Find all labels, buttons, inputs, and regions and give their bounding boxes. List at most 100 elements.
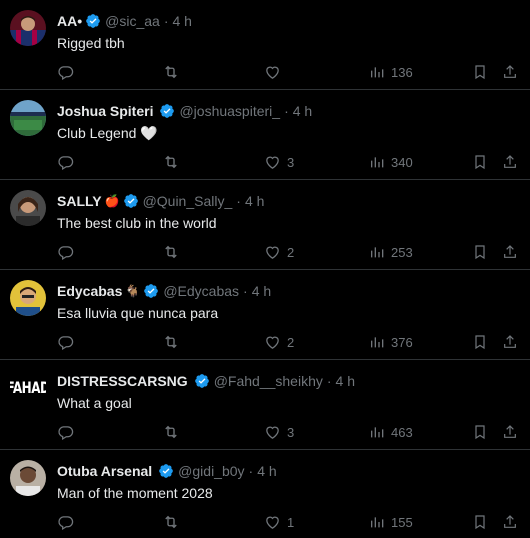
heart-icon [264,334,281,351]
user-handle[interactable]: @sic_aa [105,12,160,30]
timestamp[interactable]: 4 h [293,102,312,120]
share-button[interactable] [502,422,518,442]
bookmark-button[interactable] [472,422,488,442]
timestamp[interactable]: 4 h [336,372,355,390]
tweet-text: What a goal [57,395,132,411]
views-button[interactable]: 253 [369,242,413,262]
timestamp[interactable]: 4 h [252,282,271,300]
user-handle[interactable]: @joshuaspiteri_ [179,102,280,120]
views-button[interactable]: 376 [369,332,413,352]
share-icon [502,244,518,260]
tweet[interactable]: Edycabas 🐐 @Edycabas · 4 h Esa lluvia qu… [0,270,530,360]
display-name[interactable]: Joshua Spiteri [57,102,153,120]
person-avatar-icon[interactable] [10,190,46,226]
like-button[interactable]: 3 [264,152,294,172]
display-name[interactable]: Otuba Arsenal [57,462,152,480]
user-handle[interactable]: @Quin_Sally_ [143,192,233,210]
display-name[interactable]: SALLY [57,192,102,210]
display-name[interactable]: Edycabas [57,282,122,300]
stadium-avatar-icon[interactable] [10,100,46,136]
views-button[interactable]: 463 [369,422,413,442]
like-button[interactable] [264,62,287,82]
reply-button[interactable] [57,152,80,172]
like-button[interactable]: 2 [264,332,294,352]
user-handle[interactable]: @Edycabas [163,282,239,300]
like-count: 1 [287,514,295,530]
reply-button[interactable] [57,62,80,82]
like-count: 3 [287,424,295,440]
separator-dot: · [326,373,332,389]
retweet-button[interactable] [162,242,186,262]
tweet[interactable]: FAHAD DISTRESSCARSNG @Fahd__sheikhy · 4 … [0,360,530,450]
retweet-icon [162,333,180,351]
user-handle[interactable]: @Fahd__sheikhy [214,372,323,390]
display-name[interactable]: DISTRESSCARSNG [57,372,188,390]
verified-badge-icon [158,463,174,479]
reply-button[interactable] [57,422,80,442]
share-button[interactable] [502,512,518,532]
tweet-actions: 1 155 [0,512,530,532]
retweet-button[interactable] [162,512,186,532]
tweet-header: Edycabas 🐐 @Edycabas · 4 h [57,282,520,300]
tweet[interactable]: Otuba Arsenal @gidi_b0y · 4 h Man of the… [0,450,530,538]
timestamp[interactable]: 4 h [257,462,276,480]
tweet-actions: 2 376 [0,332,530,352]
separator-dot: · [236,193,241,209]
tweet-header: Joshua Spiteri @joshuaspiteri_ · 4 h [57,102,520,120]
bookmark-button[interactable] [472,62,488,82]
avatar[interactable]: FAHAD [10,370,46,406]
share-button[interactable] [502,332,518,352]
timestamp[interactable]: 4 h [173,12,192,30]
timestamp[interactable]: 4 h [245,192,264,210]
views-button[interactable]: 155 [369,512,413,532]
retweet-button[interactable] [162,62,186,82]
views-chart-icon [369,244,385,260]
bookmark-icon [472,64,488,80]
tweet-actions: 3 463 [0,422,530,442]
retweet-button[interactable] [162,332,186,352]
retweet-button[interactable] [162,422,186,442]
tweet-header: AA • @sic_aa · 4 h [57,12,520,30]
views-chart-icon [369,334,385,350]
reply-button[interactable] [57,242,80,262]
player-avatar-icon[interactable] [10,10,46,46]
like-button[interactable]: 3 [264,422,294,442]
tweet[interactable]: AA • @sic_aa · 4 h Rigged tbh 136 [0,0,530,90]
separator-dot: · [163,13,169,29]
cartoon-avatar-icon[interactable] [10,280,46,316]
avatar-logo-text: FAHAD [10,378,46,398]
share-button[interactable] [502,152,518,172]
share-button[interactable] [502,242,518,262]
share-icon [502,334,518,350]
view-count: 155 [391,514,413,530]
tweet[interactable]: Joshua Spiteri @joshuaspiteri_ · 4 h Clu… [0,90,530,180]
display-name[interactable]: AA [57,12,77,30]
retweet-icon [162,513,180,531]
views-button[interactable]: 340 [369,152,413,172]
bookmark-button[interactable] [472,242,488,262]
reply-icon [57,244,74,261]
heart-icon [264,64,281,81]
bookmark-icon [472,154,488,170]
views-chart-icon [369,154,385,170]
like-count: 2 [287,244,295,260]
like-button[interactable]: 2 [264,242,294,262]
share-button[interactable] [502,62,518,82]
retweet-button[interactable] [162,152,186,172]
reply-icon [57,514,74,531]
reply-button[interactable] [57,332,80,352]
user-handle[interactable]: @gidi_b0y [178,462,244,480]
reply-button[interactable] [57,512,80,532]
tweet-text: Rigged tbh [57,35,125,51]
share-icon [502,64,518,80]
tweet-actions: 2 253 [0,242,530,262]
person-avatar-icon[interactable] [10,460,46,496]
tweet-actions: 3 340 [0,152,530,172]
view-count: 463 [391,424,413,440]
bookmark-button[interactable] [472,512,488,532]
views-button[interactable]: 136 [369,62,413,82]
bookmark-button[interactable] [472,332,488,352]
bookmark-button[interactable] [472,152,488,172]
like-button[interactable]: 1 [264,512,294,532]
tweet[interactable]: SALLY 🍎 @Quin_Sally_ · 4 h The best club… [0,180,530,270]
